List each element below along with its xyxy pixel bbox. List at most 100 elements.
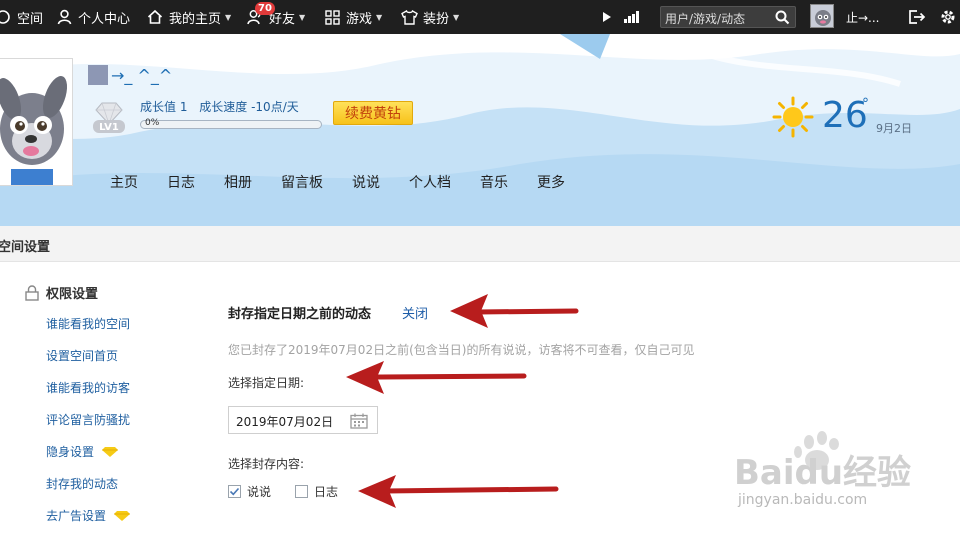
nav-blog[interactable]: 日志 xyxy=(167,172,195,192)
sidebar-item-invisible-settings[interactable]: 隐身设置 xyxy=(46,443,119,460)
settings-title: 空间设置 xyxy=(0,240,51,255)
music-signal-button[interactable] xyxy=(624,0,640,34)
home-icon xyxy=(146,8,164,26)
checkbox-label: 说说 xyxy=(247,485,272,499)
date-picker-input[interactable]: 2019年07月02日 xyxy=(228,406,378,434)
sidebar-item-label: 评论留言防骚扰 xyxy=(46,413,131,427)
archive-section-title: 封存指定日期之前的动态 xyxy=(228,307,372,322)
username: 止→... xyxy=(846,10,880,25)
nav-home[interactable]: 主页 xyxy=(110,172,138,192)
nickname-emoji-icon xyxy=(88,65,108,85)
date-field-label: 选择指定日期: xyxy=(228,376,305,390)
checkbox-box[interactable] xyxy=(295,485,308,498)
renew-yellow-diamond-button[interactable]: 续费黄钻 xyxy=(333,101,413,125)
sidebar-item-who-can-view-space[interactable]: 谁能看我的空间 xyxy=(46,315,130,332)
username-link[interactable]: 止→... xyxy=(846,0,880,34)
sidebar-item-label: 设置空间首页 xyxy=(46,349,119,363)
lock-icon xyxy=(25,284,39,301)
sidebar-item-set-homepage[interactable]: 设置空间首页 xyxy=(46,347,118,364)
music-play-button[interactable] xyxy=(602,0,612,34)
chevron-down-icon: ▼ xyxy=(299,12,306,22)
checkbox-label: 日志 xyxy=(314,485,339,499)
sidebar-item-remove-ads[interactable]: 去广告设置 xyxy=(46,507,131,524)
watermark-url: jingyan.baidu.com xyxy=(738,492,868,508)
play-icon xyxy=(603,12,611,22)
qzone-star-icon xyxy=(0,8,12,26)
my-homepage-label: 我的主页 xyxy=(169,11,222,27)
nickname-text: →_ ^_^ xyxy=(111,65,173,85)
permission-settings-heading: 权限设置 xyxy=(24,283,98,302)
profile-header: →_ ^_^ LV1 成长值 1 成长速度 -10点/天 0% 续费黄钻 26 … xyxy=(0,34,960,226)
temperature: 26 xyxy=(822,95,868,136)
nickname[interactable]: →_ ^_^ xyxy=(88,65,172,85)
my-homepage-menu[interactable]: 我的主页 ▼ xyxy=(146,0,231,34)
weather-date: 9月2日 xyxy=(876,122,912,135)
checkmark-icon xyxy=(229,487,240,496)
checkbox-box[interactable] xyxy=(228,485,241,498)
watermark-brand: Baidu经验 xyxy=(734,453,911,493)
sidebar-item-archive-my-feeds[interactable]: 封存我的动态 xyxy=(46,475,118,492)
wolf-cartoon-avatar xyxy=(0,59,72,185)
nav-guestbook[interactable]: 留言板 xyxy=(281,172,323,192)
logout-button[interactable] xyxy=(908,0,926,34)
checkbox-blog[interactable]: 日志 xyxy=(295,483,338,500)
games-label: 游戏 xyxy=(346,11,373,27)
red-arrow-annotation xyxy=(346,361,527,394)
search-input[interactable]: 用户/游戏/动态 xyxy=(660,6,796,28)
search-icon[interactable] xyxy=(775,10,790,28)
yellow-diamond-icon xyxy=(114,510,131,521)
nav-profile[interactable]: 个人档 xyxy=(409,172,451,192)
friends-notification-badge: 70 xyxy=(255,2,275,15)
nav-album[interactable]: 相册 xyxy=(224,172,252,192)
close-archive-link[interactable]: 关闭 xyxy=(402,303,428,322)
sun-weather-icon xyxy=(772,96,814,138)
sidebar-item-label: 封存我的动态 xyxy=(46,477,119,491)
degree-symbol-icon: ° xyxy=(862,96,869,112)
personal-center-link[interactable]: 个人中心 xyxy=(55,0,130,34)
sidebar-item-anti-harassment[interactable]: 评论留言防骚扰 xyxy=(46,411,130,428)
gear-icon xyxy=(941,10,955,24)
profile-picture[interactable] xyxy=(0,58,73,186)
nav-shuoshuo[interactable]: 说说 xyxy=(352,172,380,192)
games-menu[interactable]: 游戏 ▼ xyxy=(323,0,382,34)
nav-more[interactable]: 更多 xyxy=(537,172,565,192)
level-text: LV1 xyxy=(99,122,119,133)
profile-nav: 主页 日志 相册 留言板 说说 个人档 音乐 更多 xyxy=(110,172,594,192)
user-avatar[interactable] xyxy=(810,4,834,28)
date-value: 2019年07月02日 xyxy=(236,415,334,429)
qzone-logo[interactable]: 空间 xyxy=(0,0,43,34)
grid-icon xyxy=(323,8,341,26)
nav-music[interactable]: 音乐 xyxy=(480,172,508,192)
chevron-down-icon: ▼ xyxy=(225,12,232,22)
diamond-level-icon: LV1 xyxy=(93,102,125,133)
sidebar-item-label: 隐身设置 xyxy=(46,445,95,459)
sky-background xyxy=(0,34,960,226)
dressup-label: 装扮 xyxy=(423,11,450,27)
chevron-down-icon: ▼ xyxy=(453,12,460,22)
chevron-down-icon: ▼ xyxy=(376,12,383,22)
permission-settings-label: 权限设置 xyxy=(46,287,99,302)
checkbox-shuoshuo[interactable]: 说说 xyxy=(228,483,271,500)
settings-title-bar: 空间设置 xyxy=(0,226,960,262)
level-badge[interactable]: LV1 xyxy=(88,100,130,136)
user-icon xyxy=(55,8,73,26)
top-navigation-bar: 空间 个人中心 我的主页 ▼ 好友 ▼ 70 游戏 ▼ 装扮 ▼ 用户/游戏/动… xyxy=(0,0,960,34)
sidebar-item-who-can-view-visitors[interactable]: 谁能看我的访客 xyxy=(46,379,130,396)
personal-center-label: 个人中心 xyxy=(78,11,131,27)
search-placeholder: 用户/游戏/动态 xyxy=(665,12,746,26)
progress-label: 0% xyxy=(145,118,160,128)
growth-speed: 成长速度 -10点/天 xyxy=(199,100,299,114)
content-field-label: 选择封存内容: xyxy=(228,457,305,471)
growth-info: 成长值 1 成长速度 -10点/天 xyxy=(140,98,307,115)
sidebar-item-label: 去广告设置 xyxy=(46,509,107,523)
sidebar-item-label: 谁能看我的访客 xyxy=(46,381,131,395)
dressup-menu[interactable]: 装扮 ▼ xyxy=(400,0,459,34)
growth-progress-bar: 0% xyxy=(140,118,322,129)
calendar-icon[interactable] xyxy=(350,413,368,429)
signal-bars-icon xyxy=(624,11,639,23)
red-arrow-annotation xyxy=(450,294,579,328)
archive-description: 您已封存了2019年07月02日之前(包含当日)的所有说说，访客将不可查看，仅自… xyxy=(228,343,695,357)
growth-value: 成长值 1 xyxy=(140,100,188,114)
settings-button[interactable] xyxy=(940,0,956,34)
logout-icon xyxy=(909,10,926,24)
